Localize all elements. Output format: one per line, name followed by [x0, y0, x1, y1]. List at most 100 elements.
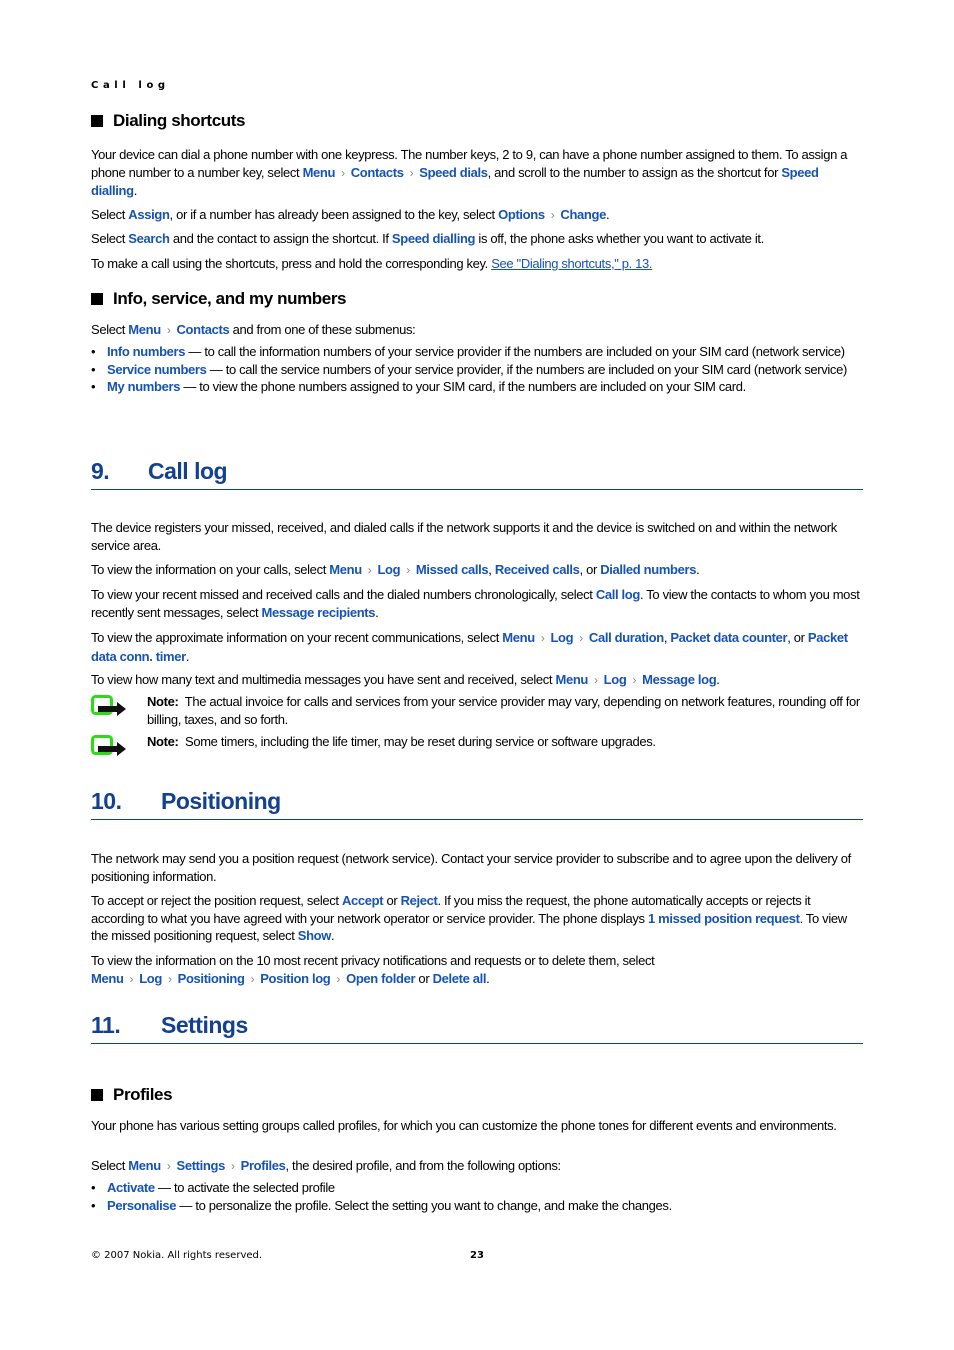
ui-term: Positioning [177, 970, 245, 986]
paragraph: Your device can dial a phone number with… [91, 147, 848, 199]
chapter-heading-positioning: 10. Positioning [91, 788, 863, 820]
chevron-right-icon: › [409, 165, 414, 180]
chapter-heading-call-log: 9. Call log [91, 458, 863, 490]
note-text: Note: The actual invoice for calls and s… [147, 694, 860, 727]
ui-term: Log [550, 630, 574, 645]
bullet-icon: • [91, 361, 96, 377]
chapter-number: 11. [91, 1012, 121, 1038]
ui-term: Received calls [494, 562, 580, 577]
ui-term: Service numbers [107, 361, 207, 377]
ui-term: Delete all [432, 970, 487, 986]
chevron-right-icon: › [579, 631, 583, 645]
chevron-right-icon: › [250, 971, 255, 986]
ui-term: Personalise [107, 1197, 177, 1213]
chevron-right-icon: › [406, 563, 410, 577]
list-item: • My numbers — to view the phone numbers … [91, 379, 746, 395]
cross-reference-link[interactable]: See "Dialing shortcuts," p. 13. [491, 256, 652, 271]
chevron-right-icon: › [166, 1159, 171, 1173]
paragraph: The device registers your missed, receiv… [91, 520, 837, 553]
ui-term: Packet data counter [670, 630, 788, 645]
ui-term: Menu [128, 1158, 161, 1173]
ui-term: Missed calls [415, 562, 489, 577]
ui-term: Menu [302, 164, 336, 180]
ui-term: Settings [176, 1158, 226, 1173]
ui-term: Contacts [176, 322, 230, 337]
subheading-info-numbers: Info, service, and my numbers [91, 289, 346, 309]
footer-copyright: © 2007 Nokia. All rights reserved. [91, 1250, 263, 1261]
chevron-right-icon: › [336, 971, 341, 986]
chapter-number: 10. [91, 788, 122, 814]
bullet-icon: • [91, 344, 96, 359]
chapter-heading-settings: 11. Settings [91, 1012, 863, 1044]
ui-term: Change [560, 207, 606, 222]
subheading-profiles: Profiles [91, 1085, 173, 1105]
bullet-list-profiles: • Activate — to activate the selected pro… [91, 1179, 866, 1214]
ui-term: Dialled numbers [600, 562, 697, 577]
paragraph: To accept or reject the position request… [91, 893, 847, 944]
subheading-text: Profiles [113, 1085, 173, 1104]
list-item: • Personalise — to personalize the profil… [91, 1197, 672, 1213]
note-text: Note: Some timers, including the life ti… [147, 734, 656, 749]
chapter-title: Call log [148, 458, 228, 484]
paragraph: To view your recent missed and received … [91, 587, 860, 620]
ui-term: Contacts [350, 164, 404, 180]
chevron-right-icon: › [341, 165, 345, 180]
ui-term: Reject [400, 893, 438, 908]
bullet-icon: • [91, 1197, 96, 1213]
ui-term: My numbers [107, 379, 181, 395]
chapter-number: 9. [91, 458, 110, 484]
paragraph: To view the approximate information on y… [91, 630, 848, 664]
paragraph: To view the information on your calls, s… [91, 562, 700, 577]
chapter-title: Positioning [161, 788, 281, 814]
bullet-icon: • [91, 379, 96, 395]
ui-term: Log [377, 562, 401, 577]
running-head: Call log [91, 80, 170, 91]
paragraph: To view the information on the 10 most r… [91, 953, 655, 986]
chevron-right-icon: › [594, 673, 598, 687]
chevron-right-icon: › [550, 208, 555, 222]
heading-square-icon [91, 1089, 103, 1101]
ui-term: Info numbers [107, 344, 186, 359]
bullet-icon: • [91, 1180, 96, 1195]
heading-square-icon [91, 293, 103, 305]
paragraph: Select Assign, or if a number has alread… [91, 207, 610, 222]
list-item: • Activate — to activate the selected pro… [91, 1180, 335, 1195]
ui-term: Log [603, 672, 627, 687]
paragraph: The network may send you a position requ… [91, 851, 851, 884]
subheading-text: Dialing shortcuts [113, 111, 246, 130]
ui-term: Show [297, 928, 332, 944]
chevron-right-icon: › [166, 323, 171, 337]
ui-term: Menu [555, 672, 589, 687]
ui-term: Options [498, 207, 545, 222]
ui-term: Menu [329, 562, 362, 577]
subheading-text: Info, service, and my numbers [113, 289, 347, 308]
ui-term: 1 missed position request [647, 910, 800, 926]
ui-term: Speed dialling [391, 231, 476, 246]
ui-term: Accept [341, 893, 384, 908]
subheading-dialing-shortcuts: Dialing shortcuts [91, 111, 245, 131]
ui-term: Position log [260, 970, 331, 986]
chevron-right-icon: › [367, 563, 372, 577]
ui-term: Open folder [346, 970, 416, 986]
chevron-right-icon: › [632, 673, 637, 687]
ui-term: Search [128, 231, 170, 246]
ui-term: Activate [107, 1180, 155, 1195]
chevron-right-icon: › [167, 971, 172, 986]
bullet-list-info: • Info numbers — to call the information … [91, 343, 866, 396]
ui-term: Call log [595, 587, 641, 602]
paragraph: Select Menu › Settings › Profiles, the desir… [91, 1158, 561, 1173]
ui-term: Menu [502, 630, 535, 645]
ui-term: Menu [128, 322, 161, 337]
paragraph: Your phone has various setting groups ca… [91, 1118, 837, 1133]
ui-term: Assign [128, 207, 170, 222]
list-item: • Service numbers — to call the service n… [91, 361, 847, 377]
paragraph: To make a call using the shortcuts, pres… [91, 256, 653, 271]
ui-term: Profiles [240, 1158, 286, 1173]
ui-term: Speed dials [419, 164, 488, 180]
ui-term: Message log [642, 672, 717, 687]
paragraph: Select Menu › Contacts and from one of the… [91, 322, 416, 337]
chevron-right-icon: › [129, 971, 134, 986]
note-icon [91, 735, 126, 756]
ui-term: Log [139, 970, 162, 986]
paragraph: To view how many text and multimedia mes… [91, 672, 720, 687]
